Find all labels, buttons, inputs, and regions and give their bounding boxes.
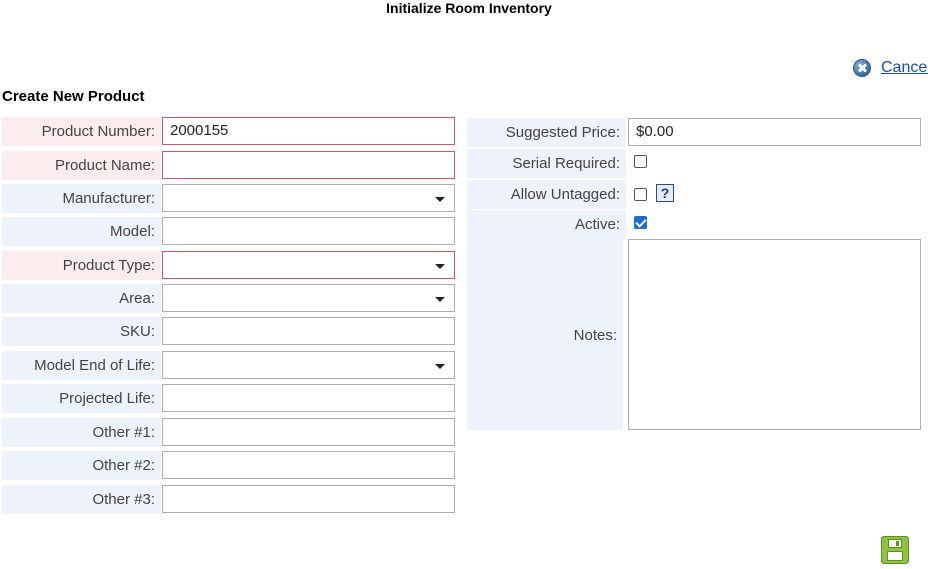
notes-label: Notes: bbox=[573, 327, 617, 344]
chevron-down-icon[interactable] bbox=[435, 297, 445, 302]
manufacturer-select[interactable] bbox=[162, 184, 455, 212]
product-name-label: Product Name: bbox=[2, 151, 161, 180]
manufacturer-label: Manufacturer: bbox=[2, 184, 161, 213]
projected-life-label: Projected Life: bbox=[2, 384, 161, 413]
model-label: Model: bbox=[2, 217, 161, 246]
serial-required-label: Serial Required: bbox=[467, 149, 626, 178]
other-1-input[interactable] bbox=[162, 418, 455, 446]
window-title: Initialize Room Inventory bbox=[386, 0, 552, 16]
product-number-label: Product Number: bbox=[2, 117, 161, 146]
cancel-circle-icon[interactable] bbox=[853, 59, 871, 77]
other-2-input[interactable] bbox=[162, 451, 455, 479]
suggested-price-input[interactable]: $0.00 bbox=[628, 118, 921, 146]
serial-required-checkbox[interactable] bbox=[634, 155, 647, 168]
save-disk-icon[interactable] bbox=[881, 536, 909, 564]
save-disk-shutter bbox=[888, 539, 902, 548]
help-icon[interactable]: ? bbox=[656, 184, 674, 202]
form-title: Create New Product bbox=[2, 88, 145, 105]
area-label: Area: bbox=[2, 284, 161, 313]
chevron-down-icon[interactable] bbox=[435, 264, 445, 269]
product-type-select[interactable] bbox=[162, 251, 455, 279]
other-3-label: Other #3: bbox=[2, 485, 161, 514]
product-number-input[interactable]: 2000155 bbox=[162, 117, 455, 145]
sku-input[interactable] bbox=[162, 317, 455, 345]
model-end-of-life-label: Model End of Life: bbox=[2, 351, 161, 380]
chevron-down-icon[interactable] bbox=[435, 364, 445, 369]
notes-label-cell: Notes: bbox=[467, 239, 623, 430]
notes-textarea[interactable] bbox=[628, 239, 921, 430]
product-name-input[interactable] bbox=[162, 151, 455, 179]
chevron-down-icon[interactable] bbox=[435, 197, 445, 202]
cancel-button[interactable]: Cancel bbox=[853, 57, 928, 79]
active-checkbox[interactable] bbox=[634, 216, 647, 229]
other-2-label: Other #2: bbox=[2, 451, 161, 480]
allow-untagged-label: Allow Untagged: bbox=[467, 180, 626, 209]
allow-untagged-checkbox[interactable] bbox=[634, 188, 647, 201]
save-disk-label bbox=[887, 551, 903, 561]
product-type-label: Product Type: bbox=[2, 251, 161, 280]
other-3-input[interactable] bbox=[162, 485, 455, 513]
area-select[interactable] bbox=[162, 284, 455, 312]
projected-life-input[interactable] bbox=[162, 384, 455, 412]
sku-label: SKU: bbox=[2, 317, 161, 346]
cancel-link[interactable]: Cancel bbox=[881, 59, 928, 77]
suggested-price-label: Suggested Price: bbox=[467, 118, 626, 147]
active-label: Active: bbox=[467, 210, 626, 239]
model-input[interactable] bbox=[162, 217, 455, 245]
model-end-of-life-select[interactable] bbox=[162, 351, 455, 379]
other-1-label: Other #1: bbox=[2, 418, 161, 447]
